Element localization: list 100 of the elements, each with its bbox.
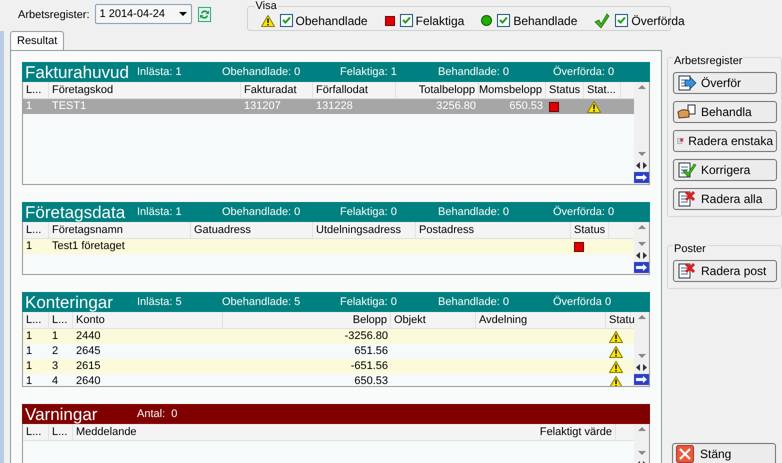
filter-checkbox[interactable]: Obehandlade (280, 12, 368, 30)
section-title: Konteringar (25, 294, 114, 310)
scroll-up-icon[interactable] (638, 427, 646, 431)
column-header[interactable]: Fakturadat (244, 82, 297, 98)
scroll-left-right-icon[interactable] (636, 162, 647, 169)
close-button[interactable]: Stäng (672, 443, 776, 463)
stat-label: Obehandlade: 0 (222, 64, 302, 80)
column-header[interactable]: Objekt (394, 312, 426, 328)
scroll-left-right-icon[interactable] (636, 364, 647, 371)
section-title: Företagsdata (25, 204, 126, 220)
column-header[interactable]: Status (549, 82, 580, 98)
check-icon (402, 16, 411, 25)
column-header[interactable]: Förfallodat (316, 82, 368, 98)
arrow-icon[interactable] (634, 374, 649, 385)
column-header[interactable]: Utdelningsadress (316, 222, 401, 238)
stat-label: Behandlade: 0 (438, 204, 510, 220)
column-header[interactable]: Meddelande (76, 424, 137, 440)
table-cell: 1 (26, 239, 32, 254)
column-header[interactable]: L... (26, 82, 42, 98)
stat-label: Inlästa: 1 (137, 204, 183, 220)
document-check-icon (677, 161, 697, 179)
table-row[interactable]: 1 1 2440 -3256.80 (23, 329, 634, 344)
stat-label: Behandlade: 0 (438, 64, 510, 80)
group-legend: Poster (673, 244, 707, 255)
tab[interactable]: Resultat (10, 31, 64, 50)
document-x-icon (677, 190, 697, 208)
column-header[interactable]: Status (574, 222, 606, 238)
scroll-down-icon[interactable] (638, 451, 646, 455)
scroll-left-right-icon[interactable] (636, 252, 647, 259)
action-button[interactable]: Radera enstaka (673, 130, 777, 152)
column-header[interactable]: Gatuadress (194, 222, 251, 238)
stat-label: Överförda 0 (553, 294, 612, 310)
action-button[interactable]: Radera post (673, 260, 777, 282)
scroll-down-icon[interactable] (638, 354, 646, 358)
arrow-icon[interactable] (634, 172, 649, 183)
table-cell: 3 (52, 359, 58, 374)
group-legend: Visa (254, 1, 278, 12)
table-cell: 1 (52, 329, 58, 344)
action-button[interactable]: Korrigera (673, 159, 777, 181)
table-cell: 2 (52, 344, 58, 359)
column-header[interactable]: Totalbelopp (418, 82, 475, 98)
caret-icon (178, 12, 187, 16)
column-header[interactable]: L... (26, 222, 42, 238)
refresh-icon[interactable] (198, 7, 211, 22)
table-row[interactable]: 1 Test1 företaget (23, 239, 634, 254)
column-header[interactable]: Momsbelopp (479, 82, 542, 98)
stat-label: Behandlade: 0 (438, 294, 510, 310)
table-cell: 1 (26, 344, 32, 359)
stat-label: Felaktiga: 1 (340, 64, 398, 80)
table-cell: 1 (26, 99, 32, 114)
filter-checkbox[interactable]: Överförda (615, 12, 685, 30)
scroll-down-icon[interactable] (638, 152, 646, 156)
section-title: Varningar (25, 406, 98, 422)
column-header[interactable]: Statu (609, 312, 634, 328)
arrow-icon[interactable] (634, 262, 649, 273)
stat-label: Inlästa: 1 (137, 64, 183, 80)
scroll-up-icon[interactable] (638, 225, 646, 229)
column-header[interactable]: Företagsnamn (52, 222, 123, 238)
hand-document-icon (677, 103, 697, 121)
table-cell: Test1 företaget (52, 239, 125, 254)
register-dropdown[interactable]: 1 2014-04-24 (94, 4, 192, 24)
column-header[interactable]: Felaktigt värde (540, 424, 612, 440)
action-button[interactable]: Överför (673, 72, 777, 94)
stat-label: Felaktiga: 0 (340, 204, 398, 220)
column-header[interactable]: Företagskod (52, 82, 114, 98)
column-header[interactable]: Postadress (419, 222, 474, 238)
document-arrow-icon (677, 74, 697, 92)
table-cell: 2645 (76, 344, 100, 359)
table-row[interactable]: 1 3 2615 -651.56 (23, 359, 634, 374)
filter-checkbox[interactable]: Behandlade (497, 12, 578, 30)
error-square-icon (384, 16, 395, 26)
group-legend: Arbetsregister (673, 56, 744, 67)
action-button[interactable]: Radera alla (673, 188, 777, 210)
table-cell: -3256.80 (344, 329, 388, 344)
check-icon (282, 16, 291, 25)
stat-label: Felaktiga: 0 (340, 294, 398, 310)
scroll-up-icon[interactable] (638, 85, 646, 89)
stat-label: Överförda: 0 (553, 64, 616, 80)
table-cell: 1 (26, 359, 32, 374)
column-header[interactable]: Avdelning (479, 312, 528, 328)
scroll-down-icon[interactable] (638, 242, 646, 246)
section-title: Fakturahuvud (25, 64, 130, 80)
column-header[interactable]: L... (26, 312, 42, 328)
column-header[interactable]: Konto (76, 312, 105, 328)
column-header[interactable]: Stat... (587, 82, 616, 98)
check-icon (499, 16, 508, 25)
stat-label: Inlästa: 5 (137, 294, 183, 310)
document-x-icon (677, 262, 697, 280)
check-icon (617, 16, 626, 25)
action-button[interactable]: Behandla (673, 101, 777, 123)
column-header[interactable]: L... (52, 424, 68, 440)
scroll-up-icon[interactable] (638, 315, 646, 319)
table-cell: 2615 (76, 359, 100, 374)
column-header[interactable]: L... (26, 424, 42, 440)
column-header[interactable]: L... (52, 312, 68, 328)
table-cell: 651.56 (354, 344, 388, 359)
column-header[interactable]: Belopp (352, 312, 387, 328)
filter-checkbox[interactable]: Felaktiga (400, 12, 464, 30)
checkmark-icon (594, 12, 610, 28)
table-cell: 1 (26, 374, 32, 386)
